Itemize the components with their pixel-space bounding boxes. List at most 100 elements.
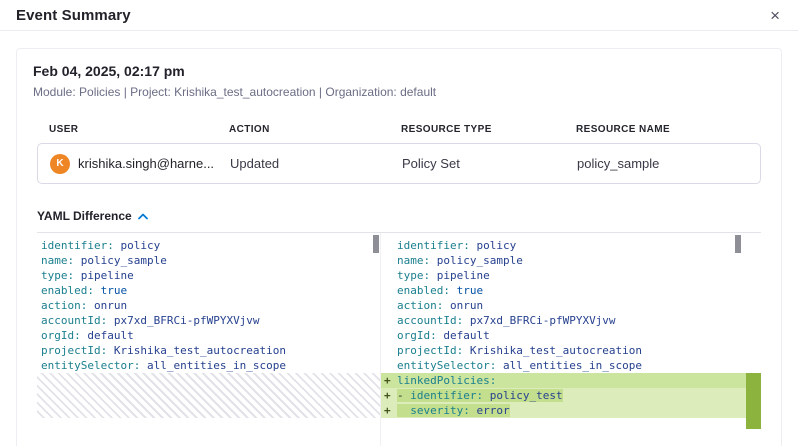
diff-added-marker: [746, 373, 761, 429]
code-line: projectId: Krishika_test_autocreation: [397, 343, 642, 358]
yaml-token-key: name:: [41, 254, 74, 267]
code-line: severity: error: [397, 403, 510, 418]
yaml-token-val: all_entities_in_scope: [496, 359, 642, 372]
yaml-token-key: projectId:: [397, 344, 463, 357]
diff-added-row: +linkedPolicies:: [381, 373, 761, 388]
yaml-token-val: policy_test: [483, 389, 562, 402]
yaml-token-key: orgId:: [41, 329, 81, 342]
code-line: name: policy_sample: [37, 253, 380, 268]
yaml-token-val: onrun: [443, 299, 483, 312]
code-line: linkedPolicies:: [397, 373, 496, 388]
code-line: enabled: true: [37, 283, 380, 298]
code-line: action: onrun: [37, 298, 380, 313]
yaml-token-val: Krishika_test_autocreation: [463, 344, 642, 357]
yaml-token-key: enabled:: [397, 284, 450, 297]
left-scrollbar-thumb[interactable]: [373, 235, 379, 253]
yaml-token-val: Krishika_test_autocreation: [107, 344, 286, 357]
diff-gutter-sign: [381, 313, 397, 328]
yaml-token-val: policy: [114, 239, 160, 252]
event-timestamp: Feb 04, 2025, 02:17 pm: [33, 63, 765, 79]
yaml-token-key: action:: [41, 299, 87, 312]
event-card: Feb 04, 2025, 02:17 pm Module: Policies …: [16, 48, 782, 446]
table-row[interactable]: K krishika.singh@harne... Updated Policy…: [37, 143, 761, 184]
code-line: orgId: default: [397, 328, 490, 343]
code-line: type: pipeline: [37, 268, 380, 283]
resource-type-cell: Policy Set: [402, 156, 577, 171]
diff-gutter-sign: [381, 328, 397, 343]
page-title: Event Summary: [16, 7, 131, 24]
left-scrollbar[interactable]: [373, 235, 379, 253]
code-line: accountId: px7xd_BFRCi-pfWPYXVjvw: [37, 313, 380, 328]
yaml-token-key: identifier:: [397, 239, 470, 252]
yaml-token-dash: -: [397, 389, 410, 402]
event-meta: Module: Policies | Project: Krishika_tes…: [33, 85, 765, 99]
code-line: identifier: policy: [397, 238, 516, 253]
right-scrollbar-thumb[interactable]: [735, 235, 741, 253]
resource-name-cell: policy_sample: [577, 156, 748, 171]
diff-row: name: policy_sample: [381, 253, 761, 268]
yaml-token-val: policy_sample: [74, 254, 167, 267]
yaml-token-val: default: [81, 329, 134, 342]
diff-right-pane[interactable]: identifier: policyname: policy_sampletyp…: [381, 233, 761, 446]
right-scrollbar[interactable]: [735, 235, 741, 253]
yaml-token-key: type:: [397, 269, 430, 282]
yaml-token-key: identifier:: [410, 389, 483, 402]
yaml-token-key: identifier:: [41, 239, 114, 252]
overview-ruler: [746, 233, 761, 446]
code-line: action: onrun: [397, 298, 483, 313]
code-line: orgId: default: [37, 328, 380, 343]
code-line: - identifier: policy_test: [397, 388, 563, 403]
diff-gutter-sign: [381, 238, 397, 253]
diff-row: entitySelector: all_entities_in_scope: [381, 358, 761, 373]
yaml-token-val: px7xd_BFRCi-pfWPYXVjvw: [463, 314, 615, 327]
diff-left-pane[interactable]: identifier: policyname: policy_sampletyp…: [37, 233, 381, 446]
diff-gutter-sign: +: [381, 403, 397, 418]
yaml-token-val: px7xd_BFRCi-pfWPYXVjvw: [107, 314, 259, 327]
yaml-token-val: all_entities_in_scope: [140, 359, 286, 372]
yaml-token-val: default: [437, 329, 490, 342]
diff-left-code: identifier: policyname: policy_sampletyp…: [37, 238, 380, 373]
yaml-token-key: accountId:: [397, 314, 463, 327]
yaml-token-key: enabled:: [41, 284, 94, 297]
diff-added-row: +- identifier: policy_test: [381, 388, 761, 403]
code-line: accountId: px7xd_BFRCi-pfWPYXVjvw: [397, 313, 616, 328]
diff-row: identifier: policy: [381, 238, 761, 253]
yaml-token-key: entitySelector:: [41, 359, 140, 372]
chevron-up-icon: [138, 213, 148, 220]
diff-row: orgId: default: [381, 328, 761, 343]
yaml-token-bool: true: [94, 284, 127, 297]
yaml-token-key: projectId:: [41, 344, 107, 357]
diff-left-placeholder: [37, 373, 380, 418]
diff-added-row: + severity: error: [381, 403, 761, 418]
column-header-user: USER: [49, 124, 229, 135]
close-button[interactable]: ×: [768, 5, 782, 26]
yaml-token-val: pipeline: [74, 269, 134, 282]
yaml-token-key: linkedPolicies:: [397, 374, 496, 387]
diff-gutter-sign: +: [381, 388, 397, 403]
diff-gutter-sign: [381, 283, 397, 298]
yaml-token-val: policy: [470, 239, 516, 252]
yaml-token-val: error: [470, 404, 510, 417]
diff-row: action: onrun: [381, 298, 761, 313]
diff-gutter-sign: [381, 358, 397, 373]
yaml-token-key: orgId:: [397, 329, 437, 342]
yaml-token-key: accountId:: [41, 314, 107, 327]
code-line: entitySelector: all_entities_in_scope: [397, 358, 642, 373]
code-line: projectId: Krishika_test_autocreation: [37, 343, 380, 358]
yaml-difference-label: YAML Difference: [37, 209, 132, 223]
yaml-token-key: name:: [397, 254, 430, 267]
yaml-difference-toggle[interactable]: YAML Difference: [37, 209, 148, 223]
event-summary-modal: Event Summary × Feb 04, 2025, 02:17 pm M…: [0, 0, 798, 446]
diff-row: type: pipeline: [381, 268, 761, 283]
yaml-token-bool: true: [450, 284, 483, 297]
yaml-token-key: action:: [397, 299, 443, 312]
action-cell: Updated: [230, 156, 402, 171]
diff-row: accountId: px7xd_BFRCi-pfWPYXVjvw: [381, 313, 761, 328]
yaml-token-key: entitySelector:: [397, 359, 496, 372]
diff-gutter-sign: [381, 268, 397, 283]
diff-row: projectId: Krishika_test_autocreation: [381, 343, 761, 358]
avatar: K: [50, 154, 70, 174]
code-line: type: pipeline: [397, 268, 490, 283]
modal-header: Event Summary ×: [0, 0, 798, 31]
table-header-row: USER ACTION RESOURCE TYPE RESOURCE NAME: [37, 124, 761, 135]
